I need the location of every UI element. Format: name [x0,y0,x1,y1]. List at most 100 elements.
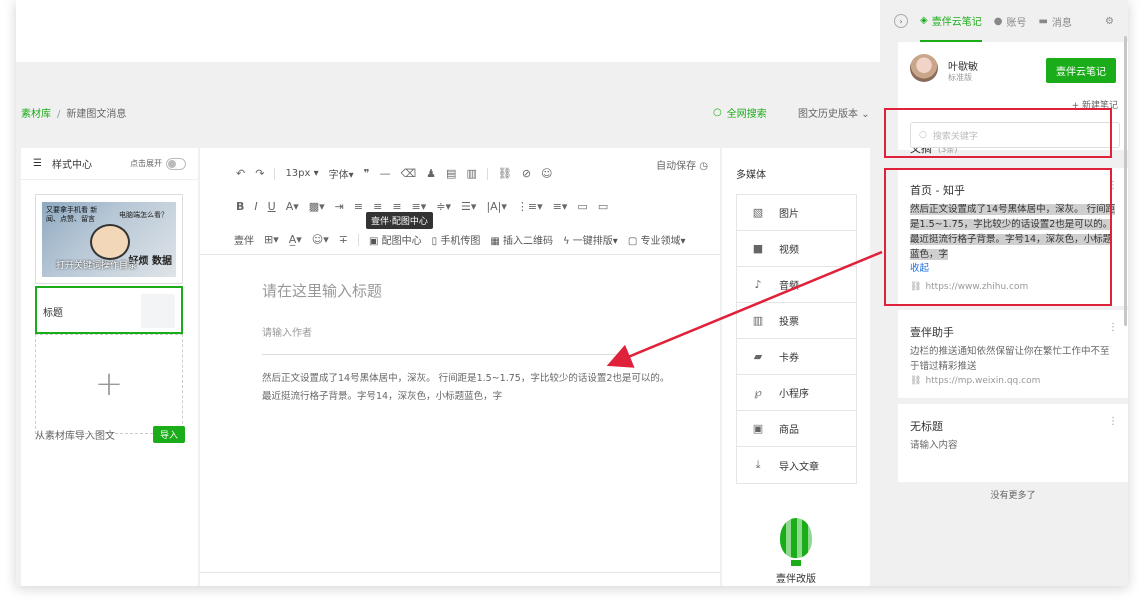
cover-caption: 打开关键词操作目录 [56,261,138,271]
ordered-list-icon[interactable]: ⋮≡▾ [517,200,543,213]
more-icon[interactable]: ⋮ [1108,416,1118,427]
font-select[interactable]: 字体▾ [329,166,354,181]
media-item-label: 音频 [779,281,799,292]
cover-article-card[interactable]: 又要拿手机看 新闻、点赞、留言 电脑端怎么看？ 好烦 数据 打开关键词操作目录 [35,194,183,284]
note-url[interactable]: ⛓ https://mp.weixin.qq.com [910,376,1040,386]
image-icon: ▣ [369,236,379,247]
note-url-text: https://mp.weixin.qq.com [925,376,1041,386]
bar-chart-icon: ▥ [752,314,764,327]
doc-icon[interactable]: ▥ [466,167,476,180]
letter-spacing-icon[interactable]: |A|▾ [486,200,506,213]
body-editor[interactable]: 然后正文设置成了14号黑体居中，深灰。 行间距是1.5~1.75，字比较少的话设… [262,370,682,406]
history-versions-dropdown[interactable]: 图文历史版本 ⌄ [798,105,870,120]
media-item-label: 小程序 [779,389,809,400]
tab-messages[interactable]: ▬ 消息 [1038,0,1071,42]
add-article-button[interactable]: + [35,334,183,434]
yiban-menu[interactable]: 壹伴 [234,232,254,247]
breadcrumb-current: 新建图文消息 [66,109,127,120]
float-left-icon[interactable]: ▭ [577,200,587,213]
strike-icon[interactable]: ∓ [339,233,348,246]
text-style-icon[interactable]: A̲▾ [289,233,302,246]
media-item-audio[interactable]: ♪ 音频 [737,267,856,303]
unlink-icon[interactable]: ⊘ [522,167,531,180]
qrcode-button[interactable]: ▦ 插入二维码 [490,232,553,247]
tab-account[interactable]: ● 账号 [994,0,1027,42]
style-center-label: 样式中心 [51,160,92,171]
search-all-button[interactable]: ○ 全网搜索 [713,105,767,120]
import-row: 从素材库导入图文 导入 [35,426,185,443]
user-name: 叶歇敏 [948,62,978,73]
align-left-icon[interactable]: ≡ [354,200,363,213]
user-plan: 标准版 [948,73,972,82]
body-line: 然后正文设置成了14号黑体居中，深灰。 行间距是1.5~1.75，字比较少的话设… [262,373,670,384]
collapse-icon[interactable]: › [894,14,908,28]
title-input[interactable]: 请在这里输入标题 [262,280,382,301]
underline-icon[interactable]: U [268,200,276,213]
font-color-icon[interactable]: A▾ [286,200,299,213]
media-item-video[interactable]: ■ 视频 [737,231,856,267]
quote-icon[interactable]: ❞ [364,167,370,180]
title-card-thumb [141,294,175,328]
expand-label: 点击展开 [130,159,162,168]
author-divider [262,354,618,355]
scrollbar[interactable] [1124,36,1127,326]
body-line: 最近挺流行格子背景。字号14，深灰色，小标题蓝色，字 [262,391,503,402]
media-item-image[interactable]: ▧ 图片 [737,195,856,231]
italic-icon[interactable]: I [254,200,257,213]
indent-icon[interactable]: ⇥ [335,200,344,213]
balloon-promo[interactable]: 壹伴改版 [766,518,826,585]
video-icon: ■ [752,242,764,255]
font-size-select[interactable]: 13px ▾ [285,168,318,179]
unordered-list-icon[interactable]: ≡▾ [553,200,568,213]
toggle-switch[interactable] [166,157,186,170]
template-icon[interactable]: ▤ [446,167,456,180]
note-card[interactable]: 壹伴助手 ⋮ 边栏的推送通知依然保留让你在繁忙工作中不至于错过精彩推送 ⛓ htt… [898,310,1128,398]
bold-icon[interactable]: B [236,200,244,213]
breadcrumb-root[interactable]: 素材库 [21,109,51,120]
search-icon: ○ [713,107,722,118]
bg-color-icon[interactable]: ▩▾ [309,200,325,213]
eraser-icon[interactable]: ⌫ [401,167,417,180]
domain-button[interactable]: ▢ 专业领域▾ [628,232,686,247]
auto-layout-label: 一键排版 [572,236,613,247]
undo-icon[interactable]: ↶ [236,167,245,180]
media-item-product[interactable]: ▣ 商品 [737,411,856,447]
autosave-label: 自动保存 [656,161,697,172]
tab-label: 消息 [1051,17,1072,29]
microphone-icon: ♪ [754,278,762,291]
note-card[interactable]: 无标题 ⋮ 请输入内容 [898,404,1128,482]
hr-icon[interactable]: — [380,167,391,180]
author-input[interactable]: 请输入作者 [262,324,312,339]
message-icon: ▬ [1038,15,1048,27]
history-label: 图文历史版本 [798,109,858,120]
media-item-miniprogram[interactable]: ℘ 小程序 [737,375,856,411]
float-right-icon[interactable]: ▭ [598,200,608,213]
balloon-basket [791,560,801,566]
editor-panel: 自动保存 ◷ ↶ ↷ 13px ▾ 字体▾ ❞ — ⌫ ♟ ▤ ▥ ⛓ ⊘ ☺ … [200,148,720,586]
phone-upload-button[interactable]: ▯ 手机传图 [432,232,481,247]
auto-layout-button[interactable]: ϟ 一键排版▾ [563,232,618,247]
media-item-coupon[interactable]: ▰ 卡券 [737,339,856,375]
layers-icon: ◈ [920,14,928,26]
spacing-icon[interactable]: ≑▾ [436,200,451,213]
import-button[interactable]: 导入 [152,426,185,443]
media-item-import[interactable]: ⤓ 导入文章 [737,447,856,483]
link-icon: ⛓ [910,376,922,386]
plus-icon: + [94,364,124,404]
redo-icon[interactable]: ↷ [255,167,264,180]
media-item-vote[interactable]: ▥ 投票 [737,303,856,339]
line-height-icon[interactable]: ☰▾ [461,200,476,213]
title-article-card[interactable]: 标题 [35,286,183,334]
expand-toggle[interactable]: 点击展开 [130,157,186,170]
link-icon[interactable]: ⛓ [498,167,512,180]
phone-icon: ▯ [431,236,438,247]
format-brush-icon[interactable]: ♟ [426,167,436,180]
cloud-notes-button[interactable]: 壹伴云笔记 [1046,58,1116,83]
gear-icon[interactable]: ⚙ [1105,16,1114,27]
emoji-menu-icon[interactable]: ☺▾ [312,233,329,246]
tab-cloud-notes[interactable]: ◈ 壹伴云笔记 [920,0,982,42]
table-icon[interactable]: ⊞▾ [264,233,279,246]
image-center-button[interactable]: ▣ 配图中心 [369,232,422,247]
more-icon[interactable]: ⋮ [1108,322,1118,333]
emoji-icon[interactable]: ☺ [541,167,552,180]
